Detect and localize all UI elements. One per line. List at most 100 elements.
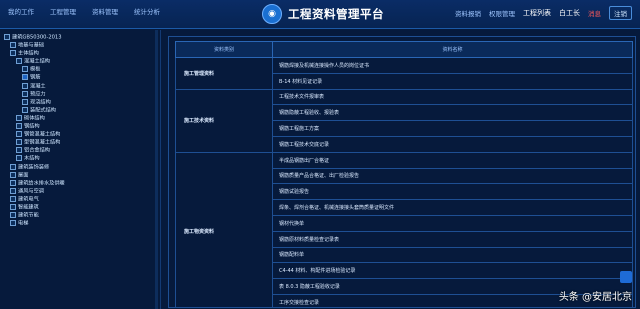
tree-toggle-icon[interactable]	[10, 203, 16, 210]
tree-node[interactable]: 装配式结构	[4, 106, 65, 115]
tree-node[interactable]: 建筑电气	[4, 195, 65, 204]
tree-node-label[interactable]: 装配式结构	[30, 107, 56, 113]
tree-node-label[interactable]: 建筑节能	[18, 213, 39, 219]
sidebar-scrollbar[interactable]	[155, 30, 158, 309]
table-row[interactable]: 施工技术资料 工程技术文件报审表	[175, 88, 633, 153]
tree-toggle-icon[interactable]	[22, 82, 28, 89]
nav-document-management[interactable]: 资料管理	[92, 6, 118, 16]
nav-doc-reports[interactable]: 资料报销	[455, 8, 481, 18]
tree-toggle-icon[interactable]	[10, 50, 16, 57]
tree-node-label[interactable]: 砌体结构	[24, 115, 45, 121]
nav-my-work[interactable]: 我的工作	[8, 6, 34, 16]
document-name-cell[interactable]: 钢筋配料单	[272, 246, 633, 264]
document-name-cell[interactable]: 半成品钢筋出厂合格证	[272, 151, 633, 169]
tree-node[interactable]: 地基与基础	[4, 42, 65, 50]
tree-node[interactable]: 钢管混凝土结构	[4, 131, 65, 139]
document-name-cell[interactable]: 钢筋焊接及机械连接操作人员的岗位证书	[272, 57, 633, 74]
floating-action-button[interactable]	[620, 271, 632, 283]
tree-node-label[interactable]: 主体结构	[18, 51, 39, 57]
tree-node[interactable]: 主体结构	[4, 50, 65, 58]
tree-node[interactable]: 建筑装饰装修	[4, 163, 65, 172]
tree-node-label[interactable]: 混凝土	[30, 83, 46, 89]
tree-toggle-icon[interactable]	[10, 212, 16, 219]
tree-node-label[interactable]: 混凝土结构	[24, 59, 50, 65]
nav-statistics[interactable]: 统计分析	[134, 6, 160, 16]
tree-toggle-icon[interactable]	[16, 131, 22, 138]
notice-link[interactable]: 消息	[588, 8, 601, 18]
tree-node[interactable]: 建筑节能	[4, 212, 65, 220]
tree-node-label[interactable]: 建筑装饰装修	[18, 164, 49, 170]
tree-toggle-icon[interactable]	[22, 90, 28, 97]
tree-toggle-icon[interactable]	[10, 171, 16, 178]
tree-node[interactable]: 钢结构	[4, 123, 65, 131]
document-name-cell[interactable]: 钢材代换单	[272, 214, 633, 232]
tree-node-label[interactable]: 型钢混凝土结构	[24, 140, 60, 146]
table-row[interactable]: 施工管理资料 钢筋焊接及机械连接操作人员的岗位证书	[175, 57, 633, 90]
tree-toggle-icon[interactable]	[16, 147, 22, 154]
tree-toggle-icon[interactable]	[10, 179, 16, 186]
tree-toggle-icon[interactable]	[16, 139, 22, 146]
tree-node-label[interactable]: 钢结构	[24, 124, 40, 130]
tree-node[interactable]: 电梯	[4, 220, 65, 228]
tree-node-label[interactable]: 地基与基础	[18, 43, 44, 49]
tree-node-label[interactable]: 模板	[30, 67, 40, 73]
document-name-cell[interactable]: 钢筋原材料质量检查记录表	[272, 230, 633, 248]
tree-node[interactable]: 屋面	[4, 171, 65, 180]
tree-node-label[interactable]: 电梯	[18, 221, 28, 227]
document-name-cell[interactable]: B-14 材料见证记录	[272, 72, 633, 90]
tree-node-label[interactable]: 通风与空调	[18, 188, 44, 194]
nav-permissions[interactable]: 权限管理	[489, 8, 515, 18]
tree-node[interactable]: 混凝土结构	[4, 58, 65, 66]
tree-node[interactable]: 钢筋	[4, 74, 65, 82]
tree-node[interactable]: 混凝土	[4, 82, 65, 91]
tree-toggle-icon[interactable]	[16, 114, 22, 121]
nav-project-list[interactable]: 工程列表	[523, 8, 551, 18]
tree-toggle-icon[interactable]	[10, 187, 16, 194]
tree-node-label[interactable]: 现浇结构	[30, 99, 51, 105]
tree-node-label[interactable]: 钢管混凝土结构	[24, 132, 60, 138]
tree-node[interactable]: 现浇结构	[4, 98, 65, 107]
tree-toggle-icon[interactable]	[10, 42, 16, 49]
tree-toggle-icon[interactable]	[10, 195, 16, 202]
tree-node-label[interactable]: 建筑GB50300-2013	[12, 35, 62, 41]
user-name[interactable]: 白工长	[559, 8, 580, 18]
document-name-cell[interactable]: 工程技术文件报审表	[272, 88, 633, 106]
tree-toggle-icon[interactable]	[4, 34, 10, 40]
document-name-cell[interactable]: C4-44 材料、构配件进场检验记录	[272, 262, 633, 280]
tree-toggle-icon[interactable]	[10, 220, 16, 227]
tree-toggle-icon[interactable]	[16, 58, 22, 65]
tree-node-label[interactable]: 建筑电气	[18, 196, 39, 202]
tree-node[interactable]: 型钢混凝土结构	[4, 139, 65, 147]
tree-toggle-icon[interactable]	[16, 155, 22, 162]
document-name-cell[interactable]: 焊条、焊剂合格证、机械连接接头套筒质量证明文件	[272, 199, 633, 216]
tree-toggle-icon[interactable]	[22, 74, 28, 81]
tree-node-label[interactable]: 钢筋	[30, 75, 40, 81]
tree-node-label[interactable]: 预应力	[30, 91, 46, 97]
document-name-cell[interactable]: 钢筋隐蔽工程验收、报验表	[272, 104, 633, 122]
tree-node[interactable]: 建筑给水排水及供暖	[4, 179, 65, 188]
table-row[interactable]: 施工物资资料 半成品钢筋出厂合格证	[175, 151, 633, 307]
tree-node[interactable]: 模板	[4, 66, 65, 74]
tree-node[interactable]: 智能建筑	[4, 203, 65, 212]
tree-toggle-icon[interactable]	[10, 163, 16, 170]
tree-node-label[interactable]: 屋面	[18, 172, 28, 178]
document-name-cell[interactable]: 钢筋工程施工方案	[272, 120, 633, 137]
tree-toggle-icon[interactable]	[22, 106, 28, 113]
nav-project-management[interactable]: 工程管理	[50, 6, 76, 16]
tree-toggle-icon[interactable]	[22, 66, 28, 73]
tree-node[interactable]: 砌体结构	[4, 114, 65, 123]
document-name-cell[interactable]: 钢筋试验报告	[272, 183, 633, 201]
tree-node-label[interactable]: 木结构	[24, 156, 40, 162]
logout-button[interactable]: 注销	[609, 6, 632, 20]
document-name-cell[interactable]: 钢筋质量产品合格证、出厂检验报告	[272, 167, 633, 185]
document-name-cell[interactable]: 钢筋工程技术交底记录	[272, 135, 633, 153]
tree-toggle-icon[interactable]	[16, 123, 22, 130]
tree-toggle-icon[interactable]	[22, 98, 28, 105]
tree-node-label[interactable]: 智能建筑	[18, 204, 39, 210]
tree-node-label[interactable]: 建筑给水排水及供暖	[18, 180, 65, 186]
tree-node[interactable]: 通风与空调	[4, 187, 65, 196]
tree-node[interactable]: 木结构	[4, 155, 65, 163]
tree-node-label[interactable]: 铝合金结构	[24, 148, 50, 154]
tree-node[interactable]: 建筑GB50300-2013	[4, 34, 65, 42]
tree-node[interactable]: 铝合金结构	[4, 147, 65, 155]
